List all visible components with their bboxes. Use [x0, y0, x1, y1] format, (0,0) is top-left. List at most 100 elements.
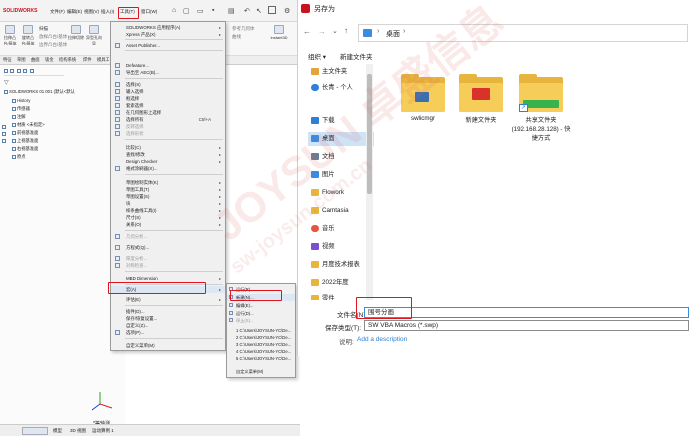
macro-record[interactable]: 运行(D)...	[227, 310, 295, 317]
menu-item-export-aec[interactable]: 导出至 AEC(B)...	[111, 69, 225, 76]
filter-icon[interactable]: ▽	[4, 79, 9, 86]
menu-item-dimensions[interactable]: 尺寸(S) ▸	[111, 214, 225, 221]
menu-item-sketch-tools[interactable]: 草图工具(T) ▸	[111, 186, 225, 193]
organize-button[interactable]: 组织 ▾	[308, 51, 326, 61]
recent-macro-3[interactable]: 3 C:\Users\JOYSUN-YC\De...	[227, 341, 295, 348]
menu-item-sw-applications[interactable]: SOLIDWORKS 应用程序(A) ▸	[111, 24, 225, 31]
tab-model[interactable]: 模型	[53, 428, 62, 434]
menu-item-defeature[interactable]: Defeature...	[111, 62, 225, 69]
menu-item-symmetry-check[interactable]: 对称检查...	[111, 262, 225, 269]
nav-downloads[interactable]: 下载✱	[308, 114, 374, 128]
tool-icon[interactable]	[2, 132, 6, 136]
boundary-boss-button[interactable]: 边界凸台/基体	[39, 42, 67, 48]
save-icon[interactable]: ▪	[212, 7, 214, 14]
nav-music[interactable]: 音乐✱	[308, 222, 374, 236]
tab-motion-study[interactable]: 运动算例 1	[92, 428, 114, 434]
menu-item-lasso-select[interactable]: 套索选择	[111, 102, 225, 109]
recent-macro-2[interactable]: 2 C:\Users\JOYSUN-YC\De...	[227, 334, 295, 341]
nav-monthly-report[interactable]: 月度技术报表✱	[308, 258, 374, 272]
menu-item-addins[interactable]: 插件(D)...	[111, 308, 225, 315]
menu-item-select-all[interactable]: 选择所有 Ctrl+A	[111, 116, 225, 123]
menu-item-spline-tools[interactable]: 样条曲线工具(I) ▸	[111, 207, 225, 214]
menu-item-select-shape[interactable]: 选择形状	[111, 130, 225, 137]
menu-item-select[interactable]: 选择(S)	[111, 81, 225, 88]
breadcrumb[interactable]: 桌面	[386, 29, 400, 39]
menu-item-customize-menu[interactable]: 自定义菜单(M)	[111, 342, 225, 349]
extruded-cut-button[interactable]: 拉伸切除	[68, 25, 84, 45]
scroll-thumb[interactable]	[367, 74, 372, 194]
tree-annotations[interactable]: 注解	[12, 114, 26, 120]
menu-item-format-painter[interactable]: 格式涂刷器(X)...	[111, 165, 225, 172]
home-icon[interactable]: ⌂	[172, 7, 176, 14]
tab-structure[interactable]: 结构系统	[59, 57, 81, 63]
menu-item-blocks[interactable]: 块 ▸	[111, 200, 225, 207]
nav-desktop[interactable]: 桌面✱	[308, 132, 374, 146]
undo-icon[interactable]: ↶	[244, 7, 250, 15]
file-item[interactable]: swlicmgr	[393, 74, 453, 122]
nav-camtasia[interactable]: Camtasia✱	[308, 204, 374, 218]
menu-item-xpress[interactable]: Xpress 产品(X) ▸	[111, 31, 225, 38]
menu-window[interactable]: 窗口(W)	[141, 9, 157, 15]
revolved-boss-button[interactable]: 旋转凸台/基体	[20, 25, 36, 45]
bottom-scroll[interactable]	[22, 427, 48, 435]
macro-stop[interactable]: 停止(S)...	[227, 317, 295, 324]
loft-button[interactable]: 放样凸台/基体	[39, 34, 67, 40]
menu-item-geometry-analysis[interactable]: 几何分析...	[111, 233, 225, 240]
new-document-icon[interactable]: ▢	[183, 7, 190, 15]
tab-3d-views[interactable]: 3D 视图	[70, 428, 86, 434]
feature-tree-icon[interactable]	[4, 68, 8, 73]
display-manager-icon[interactable]	[29, 68, 34, 73]
tool-icon[interactable]	[2, 139, 6, 143]
recent-macro-1[interactable]: 1 C:\Users\JOYSUN-YC\De...	[227, 327, 295, 334]
recent-macro-5[interactable]: 5 C:\Users\JOYSUN-YC\De...	[227, 355, 295, 362]
menu-view[interactable]: 视图(V)	[84, 9, 99, 15]
dimxpert-icon[interactable]	[23, 68, 28, 73]
nav-videos[interactable]: 视频✱	[308, 240, 374, 254]
menu-item-customize[interactable]: 自定义(Z)...	[111, 322, 225, 329]
nav-onedrive[interactable]: 长青 - 个人	[308, 81, 374, 95]
menu-item-asset-publisher[interactable]: Asset Publisher...	[111, 42, 225, 49]
menu-insert[interactable]: 插入(I)	[101, 9, 115, 15]
menu-item-equations[interactable]: 方程式(Q)...	[111, 244, 225, 251]
tree-material[interactable]: 材质 <未指定>	[12, 122, 45, 128]
recent-macro-4[interactable]: 4 C:\Users\JOYSUN-YC\De...	[227, 348, 295, 355]
menu-item-relations[interactable]: 关系(O) ▸	[111, 221, 225, 228]
nav-documents[interactable]: 文档✱	[308, 150, 374, 164]
options-icon[interactable]: ⚙	[284, 7, 290, 15]
menu-item-design-checker[interactable]: Design Checker ▸	[111, 158, 225, 165]
print-icon[interactable]: ▤	[228, 7, 235, 15]
instant3d-button[interactable]: Instant3D	[268, 25, 290, 40]
recent-dropdown-icon[interactable]: ⌄	[332, 27, 338, 35]
menu-item-options[interactable]: 选项(P)...	[111, 329, 225, 336]
configuration-icon[interactable]	[16, 68, 21, 73]
tree-origin[interactable]: 原点	[12, 154, 26, 160]
menu-item-input-select[interactable]: 输入选择	[111, 88, 225, 95]
tool-icon[interactable]	[2, 125, 6, 129]
menu-item-save-restore-settings[interactable]: 保存/恢复设置...	[111, 315, 225, 322]
up-arrow-icon[interactable]: ↑	[344, 26, 348, 35]
tree-sensors[interactable]: 传感器	[12, 106, 30, 112]
tree-root[interactable]: SOLIDWORKS 01 001 (默认<默认	[4, 89, 75, 95]
rebuild-icon[interactable]	[268, 6, 276, 14]
hole-wizard-button[interactable]: 异型孔向导	[86, 25, 102, 45]
nav-flowork[interactable]: Flowork✱	[308, 186, 374, 200]
filename-field[interactable]: 围号分画	[364, 307, 689, 318]
menu-item-select-on-geometry[interactable]: 在几何图形上选择	[111, 109, 225, 116]
new-folder-button[interactable]: 新建文件夹	[340, 51, 373, 61]
menu-item-find-modify[interactable]: 査找/修改 ▸	[111, 151, 225, 158]
menu-item-thickness-analysis[interactable]: 厚度分析...	[111, 255, 225, 262]
open-icon[interactable]: ▭	[197, 7, 204, 15]
extruded-boss-button[interactable]: 拉伸凸台/基体	[2, 25, 18, 45]
menu-item-evaluate[interactable]: 评估(E) ▸	[111, 296, 225, 303]
macro-edit[interactable]: 编辑(E)...	[227, 302, 295, 309]
tree-history[interactable]: History	[12, 98, 30, 103]
nav-scrollbar[interactable]	[366, 64, 373, 300]
menu-item-invert-select[interactable]: 反转选择	[111, 123, 225, 130]
nav-pictures[interactable]: 图片✱	[308, 168, 374, 182]
reference-geometry-button[interactable]: 参考几何体	[232, 26, 255, 32]
menu-edit[interactable]: 编辑(E)	[67, 9, 82, 15]
menu-item-compare[interactable]: 比较(C) ▸	[111, 144, 225, 151]
macro-customize-menu[interactable]: 自定义菜单(M)	[227, 368, 295, 375]
back-arrow-icon[interactable]: ←	[303, 27, 311, 36]
file-item[interactable]: 新建文件夹	[451, 74, 511, 124]
